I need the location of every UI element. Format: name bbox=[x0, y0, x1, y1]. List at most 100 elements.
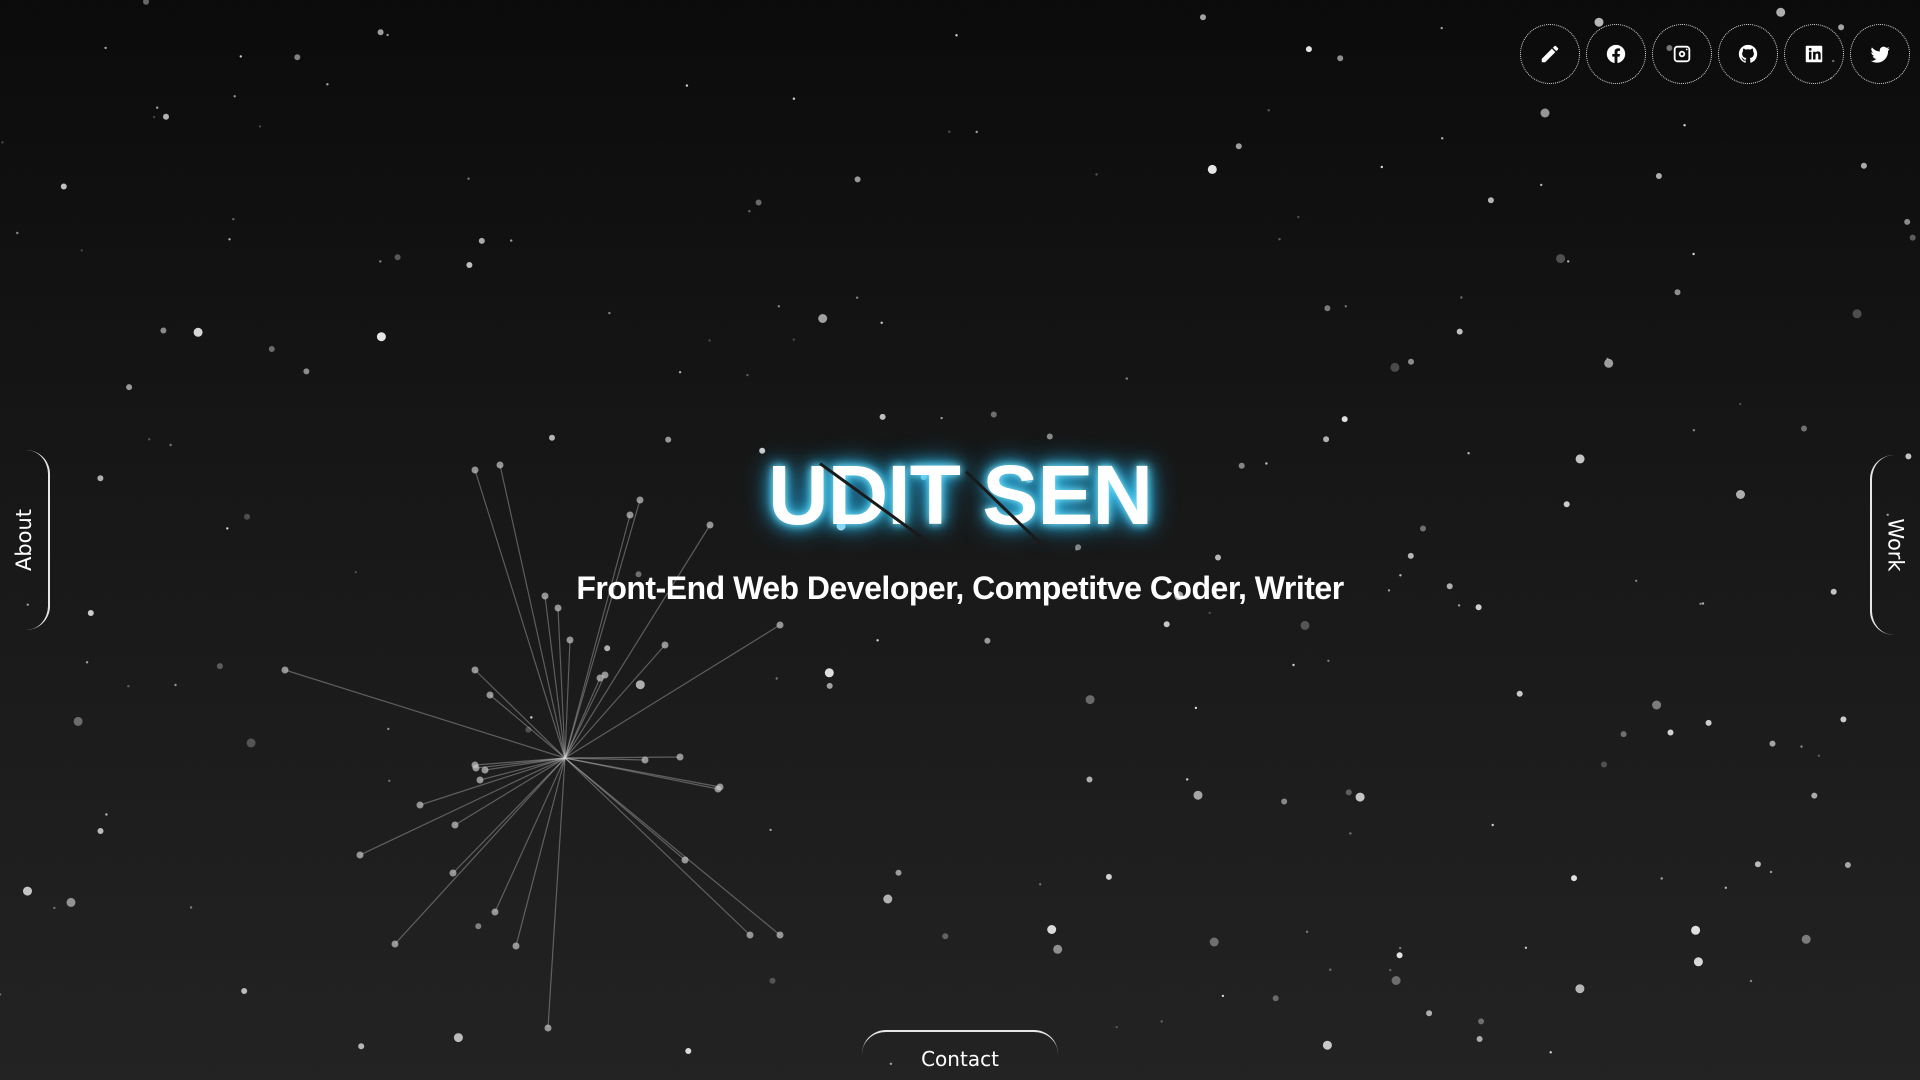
star bbox=[246, 738, 256, 748]
star bbox=[1349, 832, 1352, 835]
constellation-node bbox=[391, 940, 399, 948]
star bbox=[818, 314, 828, 323]
star bbox=[104, 46, 107, 50]
github-link[interactable] bbox=[1718, 24, 1778, 84]
star bbox=[635, 680, 645, 690]
star bbox=[1194, 706, 1198, 710]
blog-link[interactable] bbox=[1520, 24, 1580, 84]
github-icon bbox=[1738, 44, 1758, 63]
star bbox=[955, 34, 958, 37]
star bbox=[303, 368, 310, 375]
star bbox=[685, 1048, 692, 1054]
star bbox=[189, 906, 193, 909]
star bbox=[386, 33, 389, 37]
star bbox=[1491, 823, 1494, 827]
star bbox=[232, 218, 235, 221]
star bbox=[1399, 946, 1402, 950]
star bbox=[143, 0, 149, 5]
star bbox=[604, 645, 611, 652]
star bbox=[160, 327, 167, 334]
instagram-link[interactable] bbox=[1652, 24, 1712, 84]
star bbox=[377, 29, 384, 36]
pencil-icon bbox=[1541, 45, 1559, 63]
constellation-node bbox=[596, 674, 604, 682]
star bbox=[294, 54, 301, 61]
star bbox=[16, 231, 19, 235]
star bbox=[268, 346, 275, 352]
star bbox=[216, 663, 223, 670]
facebook-icon bbox=[1606, 44, 1626, 64]
star bbox=[1345, 789, 1352, 796]
star bbox=[1440, 26, 1443, 30]
star bbox=[1053, 944, 1063, 954]
constellation-node bbox=[776, 621, 784, 629]
star bbox=[1039, 883, 1042, 886]
hero-section: UDIT SEN Front-End Web Developer, Compet… bbox=[0, 440, 1920, 607]
contact-tab[interactable]: Contact bbox=[862, 1030, 1058, 1080]
star bbox=[1200, 14, 1206, 21]
twitter-icon bbox=[1870, 46, 1890, 63]
star bbox=[1487, 197, 1494, 204]
constellation-node bbox=[676, 753, 684, 761]
star bbox=[708, 339, 711, 342]
star bbox=[984, 637, 991, 644]
constellation-node bbox=[449, 869, 457, 877]
constellation-node bbox=[471, 666, 479, 674]
constellation-line bbox=[489, 694, 566, 759]
star bbox=[1115, 1025, 1118, 1029]
facebook-link[interactable] bbox=[1586, 24, 1646, 84]
star bbox=[1801, 934, 1811, 944]
star bbox=[467, 177, 470, 180]
star bbox=[1604, 358, 1614, 368]
star bbox=[1390, 362, 1400, 372]
constellation-node bbox=[472, 764, 480, 772]
constellation-node bbox=[416, 801, 424, 809]
star bbox=[1046, 433, 1053, 440]
star bbox=[1272, 995, 1279, 1002]
star bbox=[792, 338, 795, 341]
star bbox=[1380, 165, 1384, 169]
star bbox=[1852, 309, 1862, 319]
star bbox=[379, 260, 382, 263]
star bbox=[1692, 429, 1696, 432]
constellation-node bbox=[661, 641, 669, 649]
star bbox=[1186, 778, 1189, 781]
star bbox=[1408, 358, 1414, 365]
linkedin-link[interactable] bbox=[1784, 24, 1844, 84]
constellation-node bbox=[746, 931, 754, 939]
star bbox=[152, 115, 156, 119]
star bbox=[258, 125, 262, 128]
constellation-line bbox=[515, 757, 566, 947]
constellation-line bbox=[564, 757, 781, 936]
star bbox=[1575, 984, 1585, 994]
star bbox=[388, 779, 391, 782]
star bbox=[1811, 792, 1818, 799]
star bbox=[127, 685, 130, 688]
star bbox=[1801, 425, 1807, 432]
star bbox=[1660, 877, 1663, 880]
constellation-line bbox=[544, 595, 566, 759]
star bbox=[60, 183, 67, 190]
constellation-line bbox=[494, 757, 566, 913]
star bbox=[883, 894, 893, 904]
constellation-line bbox=[557, 607, 566, 759]
constellation-node bbox=[491, 908, 499, 916]
star bbox=[1667, 729, 1674, 736]
star bbox=[1652, 700, 1662, 710]
star bbox=[510, 239, 513, 242]
star bbox=[769, 828, 772, 832]
star bbox=[66, 897, 76, 907]
constellation-node bbox=[566, 636, 574, 644]
star bbox=[775, 677, 778, 680]
star bbox=[895, 869, 902, 876]
star bbox=[1297, 215, 1300, 219]
star bbox=[233, 95, 236, 98]
star bbox=[1540, 183, 1543, 187]
instagram-icon bbox=[1673, 45, 1691, 63]
twitter-link[interactable] bbox=[1850, 24, 1910, 84]
star bbox=[879, 413, 886, 420]
star bbox=[1396, 952, 1403, 959]
star bbox=[1769, 740, 1776, 747]
star bbox=[97, 828, 104, 834]
star bbox=[1692, 252, 1695, 256]
